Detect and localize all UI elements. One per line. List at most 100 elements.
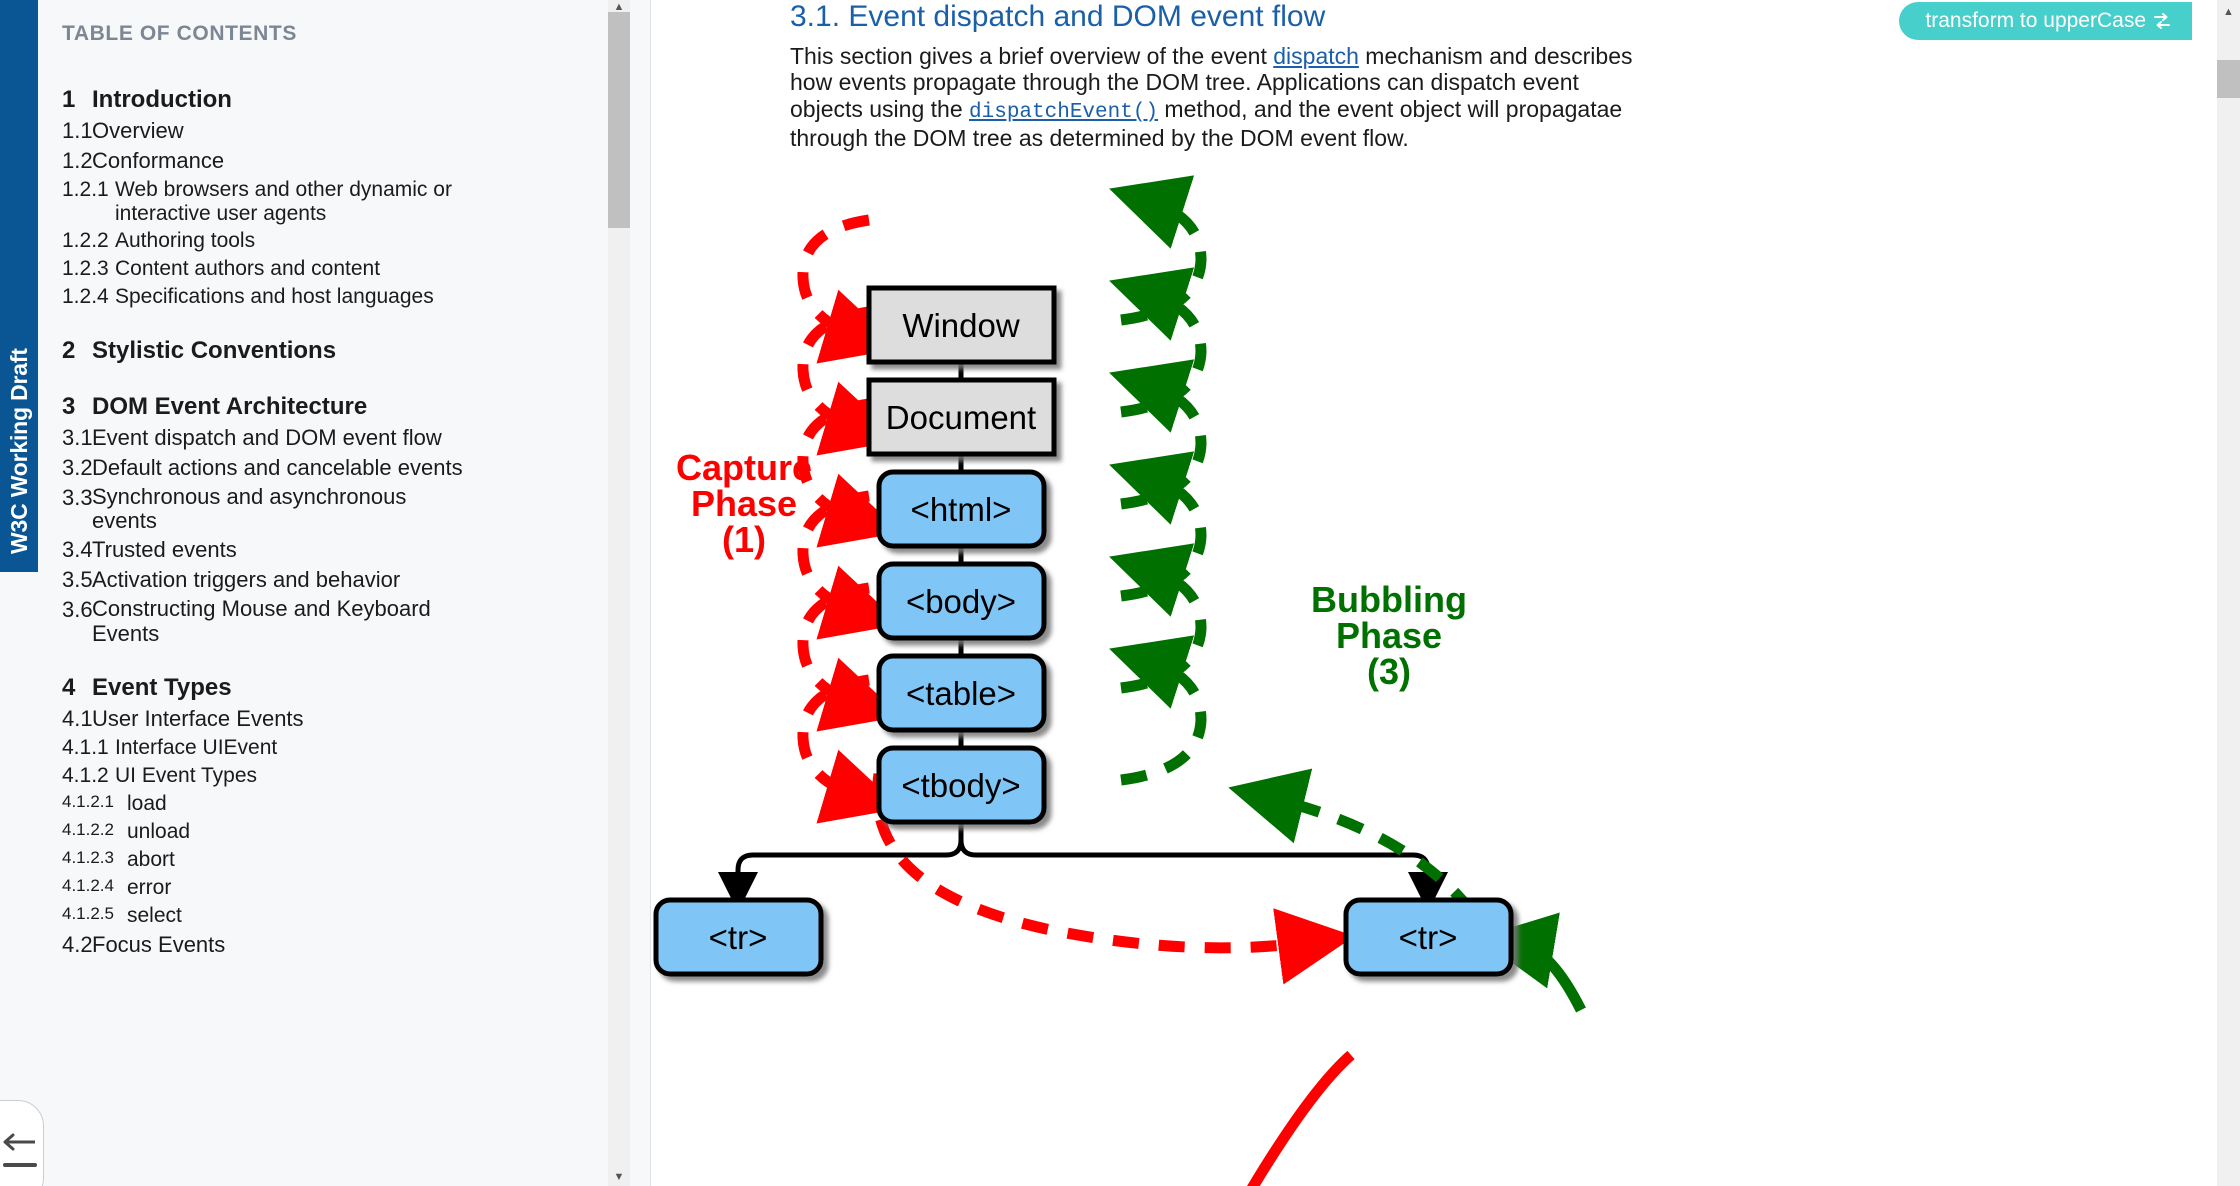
bubbling-label-line1: Bubbling: [1311, 579, 1467, 620]
toc-item-4-1-2-5[interactable]: 4.1.2.5 select: [0, 902, 630, 930]
back-arrow-icon[interactable]: [3, 1133, 37, 1151]
table-of-contents-sidebar: TABLE OF CONTENTS 1 Introduction 1.1 Overv…: [0, 0, 651, 1186]
toc-item-4-1-2[interactable]: 4.1.2 UI Event Types: [0, 762, 630, 790]
node-html[interactable]: <html>: [876, 469, 1047, 549]
toc-label: Authoring tools: [115, 229, 256, 253]
toc-item-4-1[interactable]: 4.1 User Interface Events: [0, 704, 630, 734]
toc-item-4-1-1[interactable]: 4.1.1 Interface UIEvent: [0, 734, 630, 762]
toc-number: 4.1.2: [62, 763, 109, 787]
toc-label: unload: [127, 819, 191, 843]
toc-number: 4.1.2.2: [62, 819, 114, 839]
toc-item-1-1[interactable]: 1.1 Overview: [0, 116, 630, 146]
toc-label: Focus Events: [92, 931, 226, 957]
toc-label: Event dispatch and DOM event flow: [92, 425, 442, 451]
toc-item-3-6[interactable]: 3.6 Constructing Mouse and Keyboard Event…: [0, 595, 630, 647]
toc-label: Constructing Mouse and Keyboard Events: [92, 596, 431, 646]
toc-list: 1 Introduction 1.1 Overview 1.2 Conformance…: [0, 84, 630, 960]
capture-phase-label: Capture Phase (1): [676, 447, 812, 560]
toc-item-4-1-2-3[interactable]: 4.1.2.3 abort: [0, 846, 630, 874]
node-tbody[interactable]: <tbody>: [876, 745, 1047, 825]
node-tr-left[interactable]: <tr>: [653, 897, 824, 977]
toc-number: 3.6: [62, 597, 93, 623]
dispatch-event-link[interactable]: dispatchEvent(): [969, 101, 1158, 124]
main-scrollbar[interactable]: ▲: [2217, 0, 2240, 1186]
swap-arrows-icon: [2154, 13, 2170, 29]
toc-item-1-2-3[interactable]: 1.2.3 Content authors and content: [0, 255, 630, 283]
toc-item-4[interactable]: 4 Event Types: [0, 672, 630, 704]
toc-item-2[interactable]: 2 Stylistic Conventions: [0, 335, 630, 367]
target-phase-arrow: [1246, 1050, 1355, 1186]
sidebar-scrollbar-thumb[interactable]: [608, 12, 630, 228]
toc-number: 4.1.2.3: [62, 847, 114, 867]
toc-item-1-2-4[interactable]: 1.2.4 Specifications and host languages: [0, 283, 630, 311]
node-label: <tr>: [709, 919, 768, 956]
toc-label: DOM Event Architecture: [92, 393, 368, 421]
node-tr-right[interactable]: <tr>: [1343, 897, 1514, 977]
toc-item-3-5[interactable]: 3.5 Activation triggers and behavior: [0, 565, 630, 595]
back-navigation-panel[interactable]: [0, 1100, 44, 1186]
bubbling-label-line2: Phase: [1336, 615, 1442, 656]
main-scrollbar-thumb[interactable]: [2217, 60, 2240, 98]
paragraph-part-1: This section gives a brief overview of t…: [790, 43, 1274, 69]
toc-item-3[interactable]: 3 DOM Event Architecture: [0, 391, 630, 423]
toc-item-3-4[interactable]: 3.4 Trusted events: [0, 535, 630, 565]
toc-label: Default actions and cancelable events: [92, 455, 463, 481]
node-label: <tr>: [1399, 919, 1458, 956]
toc-number: 4.1.2.1: [62, 791, 114, 811]
node-label: <html>: [911, 491, 1012, 528]
toc-number: 4.2: [62, 931, 93, 957]
toc-number: 4.1.1: [62, 735, 109, 759]
node-document[interactable]: Document: [866, 377, 1057, 457]
scroll-down-arrow-icon[interactable]: ▼: [608, 1170, 630, 1184]
main-scroll-up-arrow-icon[interactable]: ▲: [2217, 4, 2240, 20]
capture-label-line3: (1): [722, 519, 766, 560]
node-label: <tbody>: [901, 767, 1020, 804]
bubbling-phase-label: Bubbling Phase (3): [1311, 579, 1467, 692]
page-root: TABLE OF CONTENTS 1 Introduction 1.1 Overv…: [0, 0, 2240, 1186]
toc-item-4-1-2-2[interactable]: 4.1.2.2 unload: [0, 818, 630, 846]
dispatch-link[interactable]: dispatch: [1273, 43, 1359, 69]
toc-label: Interface UIEvent: [115, 735, 278, 759]
node-label: Window: [902, 307, 1020, 344]
toc-label: Stylistic Conventions: [92, 337, 337, 365]
toc-item-4-1-2-1[interactable]: 4.1.2.1 load: [0, 790, 630, 818]
toc-number: 4: [62, 673, 76, 701]
bubbling-phase-arrows: [1109, 175, 1501, 953]
toc-item-3-1[interactable]: 3.1 Event dispatch and DOM event flow: [0, 423, 630, 453]
bubbling-label-line3: (3): [1367, 651, 1411, 692]
toc-item-3-3[interactable]: 3.3 Synchronous and asynchronous events: [0, 483, 630, 535]
toc-label: Web browsers and other dynamic or intera…: [115, 178, 452, 225]
bubbling-target-arrow: [1477, 912, 1586, 1013]
toc-label: Activation triggers and behavior: [92, 567, 401, 593]
section-paragraph: This section gives a brief overview of t…: [790, 43, 1645, 151]
main-content: 3.1. Event dispatch and DOM event flow T…: [651, 0, 2240, 1186]
node-window[interactable]: Window: [866, 285, 1057, 365]
toc-label: load: [127, 791, 167, 815]
toc-item-1[interactable]: 1 Introduction: [0, 84, 630, 116]
toc-number: 4.1.2.5: [62, 903, 114, 923]
toc-item-4-1-2-4[interactable]: 4.1.2.4 error: [0, 874, 630, 902]
toc-item-1-2[interactable]: 1.2 Conformance: [0, 146, 630, 176]
toc-label: Event Types: [92, 673, 232, 701]
toc-label: Synchronous and asynchronous events: [92, 484, 407, 534]
toc-label: Content authors and content: [115, 257, 381, 281]
toc-label: error: [127, 875, 172, 899]
toc-number: 4.1: [62, 705, 93, 731]
toc-item-1-2-2[interactable]: 1.2.2 Authoring tools: [0, 227, 630, 255]
transform-to-uppercase-button[interactable]: transform to upperCase: [1899, 2, 2192, 40]
node-body[interactable]: <body>: [876, 561, 1047, 641]
toc-label: User Interface Events: [92, 705, 304, 731]
toc-label: abort: [127, 847, 175, 871]
dom-event-flow-diagram: Window Document <html> <body> <table> <t…: [653, 175, 1586, 1186]
toc-label: Introduction: [92, 86, 232, 113]
node-label: <body>: [906, 583, 1016, 620]
toc-item-1-2-1[interactable]: 1.2.1 Web browsers and other dynamic or i…: [0, 176, 630, 227]
back-panel-bar: [3, 1163, 37, 1167]
capture-label-line1: Capture: [676, 447, 812, 488]
toc-label: Specifications and host languages: [115, 285, 434, 309]
node-table[interactable]: <table>: [876, 653, 1047, 733]
toc-item-3-2[interactable]: 3.2 Default actions and cancelable events: [0, 453, 630, 483]
sidebar-scrollbar[interactable]: ▲ ▼: [608, 0, 630, 1186]
toc-item-4-2[interactable]: 4.2 Focus Events: [0, 930, 630, 960]
toc-label: UI Event Types: [115, 763, 258, 787]
